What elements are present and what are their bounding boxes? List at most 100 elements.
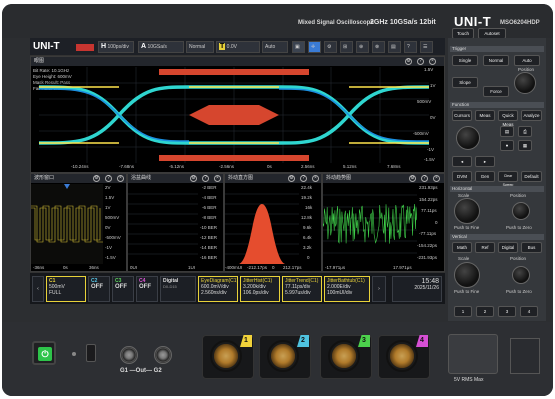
bathtub-y-tick: -16 BER xyxy=(200,255,218,260)
close-icon[interactable]: × xyxy=(433,175,440,182)
horizontal-value: 100ps/div xyxy=(107,44,129,50)
gen-output-2[interactable] xyxy=(154,346,172,364)
trigger-knob-label: Position xyxy=(518,67,535,72)
analyze-button[interactable]: Analyze xyxy=(521,110,542,121)
jitter-trend-window[interactable]: 抖动趋势图 ⚙ ? × 231.93ps 154.22ps 77.11ps 0 … xyxy=(322,173,445,272)
gen-button[interactable]: Gen xyxy=(475,171,495,182)
settings-icon[interactable]: ⚙ xyxy=(190,175,197,182)
cursor-icon[interactable]: ✛ xyxy=(308,41,321,53)
eye-diagram-window[interactable]: 眼图 ⚙ ? × Bit Rate: 10.1GHz Eye Height: 6… xyxy=(30,56,445,173)
chevron-left-icon[interactable]: ‹ xyxy=(32,276,44,302)
close-icon[interactable]: × xyxy=(214,175,221,182)
trend-y-tick: 154.22ps xyxy=(419,197,438,202)
chevron-right-icon[interactable]: ▸ xyxy=(475,156,495,167)
measure-icon[interactable]: ⚙ xyxy=(324,41,337,53)
usb-port[interactable] xyxy=(86,344,96,362)
measure-trend[interactable]: JitterTrend(C1) 77.11ps/div 5.997us/div xyxy=(282,276,322,302)
wave-y-tick: 500mV xyxy=(105,215,120,220)
print-icon[interactable]: ⎙ xyxy=(518,126,532,137)
slope-button[interactable]: Slope xyxy=(452,77,478,88)
channel-c3[interactable]: C3 OFF xyxy=(112,276,134,302)
grid-icon[interactable]: ⊞ xyxy=(340,41,353,53)
chevron-right-icon[interactable]: › xyxy=(372,276,386,302)
channel-bandwidth: FULL xyxy=(49,290,62,296)
settings-icon[interactable]: ⚙ xyxy=(288,175,295,182)
single-button[interactable]: Single xyxy=(452,55,478,66)
auto-button[interactable]: Auto xyxy=(514,55,540,66)
channel-c4[interactable]: C4 OFF xyxy=(136,276,158,302)
bus-button[interactable]: Bus xyxy=(521,242,542,253)
math-button[interactable]: Math xyxy=(452,242,472,253)
normal-button[interactable]: Normal xyxy=(483,55,509,66)
ground-terminals[interactable] xyxy=(510,338,540,374)
channel-1-bnc[interactable] xyxy=(210,340,242,372)
trigger-position-knob[interactable] xyxy=(514,72,536,94)
autoset-icon[interactable]: ▣ xyxy=(292,41,305,53)
gen-output-1[interactable] xyxy=(120,346,138,364)
acquire-mode[interactable]: Normal xyxy=(186,41,214,53)
horizontal-section-title: Horizontal xyxy=(450,186,544,192)
wave-x-tick: 0s xyxy=(63,265,68,270)
jitter-histogram-window[interactable]: 抖动直方图 ⚙ ? × 22.4k 19.2k 16k 12.8k 9.6k 6… xyxy=(224,173,322,272)
clear-sweep-button[interactable]: Clear Sweep xyxy=(498,171,518,187)
settings-icon[interactable]: ⚙ xyxy=(93,175,100,182)
multipurpose-knob[interactable] xyxy=(456,126,480,150)
help-icon[interactable]: ? xyxy=(421,175,428,182)
horizontal-position-knob[interactable] xyxy=(512,202,530,220)
channel-3-button[interactable]: 3 xyxy=(498,306,516,317)
trend-y-tick: 0 xyxy=(435,220,438,225)
meas-button[interactable]: Meas xyxy=(475,110,495,121)
channel-c2[interactable]: C2 OFF xyxy=(88,276,110,302)
record-icon[interactable]: ● xyxy=(500,140,514,151)
horizontal-scale-knob[interactable] xyxy=(454,198,480,224)
quick-meas-button[interactable]: Quick Meas xyxy=(498,110,518,127)
force-button[interactable]: Force xyxy=(483,86,509,97)
help-icon[interactable]: ? xyxy=(300,175,307,182)
cursors-button[interactable]: Cursors xyxy=(452,110,472,121)
waveform-window[interactable]: 波形窗口 ⚙ ? × 2V 1.5V 1V 500mV 0V -500mV -1… xyxy=(30,173,127,272)
channel-3-bnc[interactable] xyxy=(328,340,360,372)
ref-button[interactable]: Ref xyxy=(475,242,495,253)
help-icon[interactable]: ? xyxy=(105,175,112,182)
channel-2-bnc[interactable] xyxy=(267,340,299,372)
channel-4-bnc[interactable] xyxy=(386,340,418,372)
measure-eye[interactable]: EyeDiagram(C1) 600.0mV/div 2.560ns/div xyxy=(198,276,238,302)
chevron-left-icon[interactable]: ◂ xyxy=(452,156,472,167)
digital-channel[interactable]: Digital D0-D15 xyxy=(160,276,196,302)
wave-x-tick: 36ns xyxy=(89,265,99,270)
channel-c1[interactable]: C1 500mV FULL xyxy=(46,276,86,302)
horizontal-setting[interactable]: H 100ps/div xyxy=(98,41,134,53)
measure-bathtub[interactable]: JitterBathtub(C1) 2.000E/div 100mUI/div xyxy=(324,276,370,302)
dvm-button[interactable]: DVM xyxy=(452,171,472,182)
acquire-setting[interactable]: A 10GSa/s xyxy=(138,41,184,53)
close-icon[interactable]: × xyxy=(312,175,319,182)
default-button[interactable]: Default xyxy=(521,171,542,182)
channel-2-button[interactable]: 2 xyxy=(476,306,494,317)
save-icon[interactable]: ▤ xyxy=(388,41,401,53)
save-icon[interactable]: ▤ xyxy=(500,126,514,137)
channel-4-button[interactable]: 4 xyxy=(520,306,538,317)
channel-1-button[interactable]: 1 xyxy=(454,306,472,317)
zoom-icon[interactable]: ⊕ xyxy=(356,41,369,53)
histogram-y-tick: 6.4k xyxy=(303,235,312,240)
settings-icon[interactable]: ⚙ xyxy=(409,175,416,182)
vertical-position-knob[interactable] xyxy=(512,266,530,284)
close-icon[interactable]: × xyxy=(117,175,124,182)
settings-icon[interactable]: ⚙ xyxy=(405,58,412,65)
display-icon[interactable]: ▦ xyxy=(518,140,532,151)
vertical-scale-knob[interactable] xyxy=(454,262,480,288)
lock-icon[interactable]: ⊗ xyxy=(372,41,385,53)
help-icon[interactable]: ? xyxy=(202,175,209,182)
power-button[interactable]: ⏻ xyxy=(32,341,56,365)
close-icon[interactable]: × xyxy=(429,58,436,65)
measure-hist[interactable]: JitterHist(C1) 3.200k/div 106.0ps/div xyxy=(240,276,280,302)
bathtub-window[interactable]: 浴盆曲线 ⚙ ? × -2 BER -4 BER -6 BER -8 BER -… xyxy=(127,173,224,272)
menu-icon[interactable]: ☰ xyxy=(420,41,433,53)
help-icon[interactable]: ? xyxy=(404,41,417,53)
digital-button[interactable]: Digital xyxy=(498,242,518,253)
trigger-setting[interactable]: T 0.0V xyxy=(216,41,260,53)
logic-probe-port[interactable] xyxy=(448,334,498,374)
help-icon[interactable]: ? xyxy=(417,58,424,65)
trend-y-tick: -231.93ps xyxy=(417,255,438,260)
trigger-mode[interactable]: Auto xyxy=(262,41,288,53)
